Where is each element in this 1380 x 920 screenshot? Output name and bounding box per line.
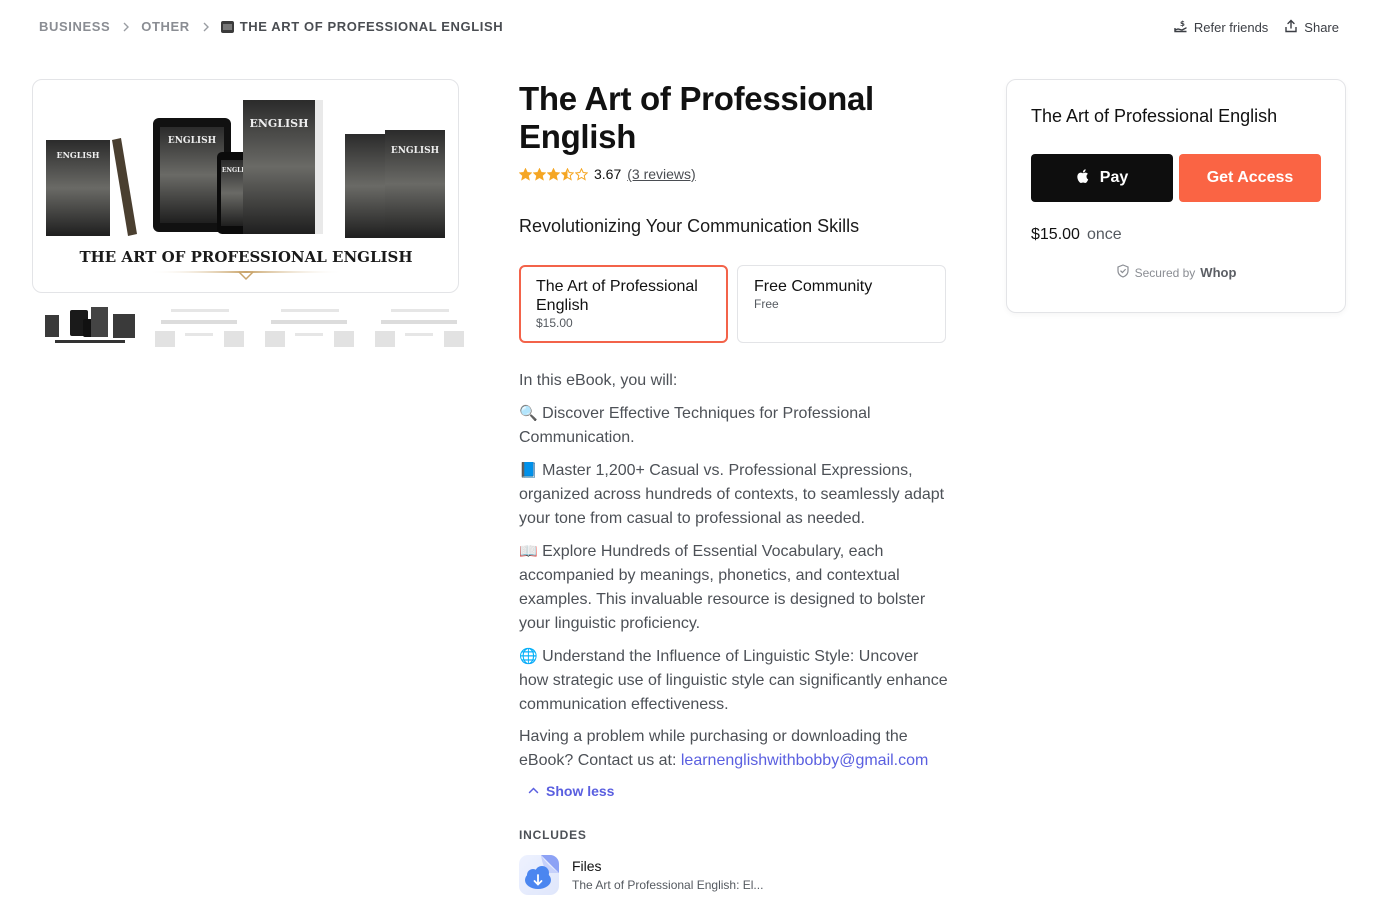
bullet-text: Discover Effective Techniques for Profes… (519, 405, 871, 446)
file-download-icon (519, 855, 559, 895)
secured-by-badge: Secured by Whop (1031, 264, 1321, 281)
book-cover-right-back (345, 134, 385, 238)
thumbnail-2[interactable] (153, 305, 246, 349)
description-contact: Having a problem while purchasing or dow… (519, 725, 949, 773)
svg-text:ENGLISH: ENGLISH (391, 146, 440, 156)
book-mockup-image: ENGLISH ENGLISH ENGLISH ENGLISH ENGLISH … (46, 100, 445, 281)
breadcrumb-other[interactable]: OTHER (141, 19, 190, 34)
breadcrumb: BUSINESS OTHER THE ART OF PROFESSIONAL E… (39, 19, 503, 34)
magnifier-icon: 🔍 (519, 404, 538, 422)
description-bullet: 🔍 Discover Effective Techniques for Prof… (519, 401, 949, 450)
star-empty-icon (575, 167, 588, 181)
price-row: $15.00 once (1031, 226, 1321, 244)
checkout-card: The Art of Professional English Pay Get … (1006, 79, 1346, 313)
breadcrumb-current: THE ART OF PROFESSIONAL ENGLISH (239, 19, 504, 34)
include-text: Files The Art of Professional English: E… (572, 858, 763, 892)
contact-email-link[interactable]: learnenglishwithbobby@gmail.com (681, 752, 928, 769)
includes-heading: INCLUDES (519, 828, 587, 842)
share-button[interactable]: Share (1284, 19, 1339, 36)
chevron-right-icon (201, 21, 211, 33)
product-info: The Art of Professional English 3.67 (3 … (519, 80, 949, 895)
plan-price: $15.00 (536, 316, 573, 330)
svg-text:ENGLISH: ENGLISH (249, 117, 308, 130)
apple-icon (1076, 168, 1091, 189)
svg-text:$: $ (1180, 20, 1185, 28)
show-less-label: Show less (546, 783, 615, 799)
bullet-text: Master 1,200+ Casual vs. Professional Ex… (519, 462, 945, 527)
product-main-image[interactable]: ENGLISH ENGLISH ENGLISH ENGLISH ENGLISH … (32, 79, 459, 293)
star-half-icon (561, 167, 574, 181)
include-item-files[interactable]: Files The Art of Professional English: E… (519, 855, 949, 895)
product-title: The Art of Professional English (519, 80, 874, 155)
globe-icon: 🌐 (519, 647, 538, 665)
star-full-icon (547, 167, 560, 181)
svg-text:ENGLISH: ENGLISH (57, 150, 100, 160)
description-bullet: 📖 Explore Hundreds of Essential Vocabula… (519, 539, 949, 636)
refer-friends-label: Refer friends (1193, 20, 1269, 35)
rating-row: 3.67 (3 reviews) (519, 166, 949, 182)
open-book-icon: 📖 (519, 542, 538, 560)
star-full-icon (533, 167, 546, 181)
thumbnail-1[interactable] (43, 305, 136, 349)
product-description: In this eBook, you will: 🔍 Discover Effe… (519, 369, 949, 773)
plan-option-free-community[interactable]: Free Community Free (737, 265, 946, 343)
plan-name: The Art of Professional English (536, 278, 698, 314)
svg-text:ENGLISH: ENGLISH (168, 136, 217, 146)
apple-pay-button[interactable]: Pay (1031, 154, 1173, 202)
whop-brand: Whop (1200, 265, 1237, 280)
include-title: Files (572, 858, 602, 874)
image-caption: THE ART OF PROFESSIONAL ENGLISH (79, 248, 412, 266)
share-icon (1284, 19, 1298, 36)
hand-coin-icon: $ (1174, 19, 1188, 36)
chevron-up-icon (528, 783, 539, 799)
bullet-text: Explore Hundreds of Essential Vocabulary… (519, 543, 926, 632)
checkout-title: The Art of Professional English (1031, 106, 1278, 126)
get-access-button[interactable]: Get Access (1179, 154, 1321, 202)
plan-selector: The Art of Professional English $15.00 F… (519, 265, 949, 343)
star-full-icon (519, 167, 532, 181)
reviews-link[interactable]: (3 reviews) (627, 166, 695, 182)
refer-friends-button[interactable]: $ Refer friends (1174, 19, 1268, 36)
book-spine (112, 138, 137, 236)
product-subtitle: Revolutionizing Your Communication Skill… (519, 216, 860, 236)
top-actions: $ Refer friends Share (1174, 19, 1339, 36)
share-label: Share (1304, 20, 1339, 35)
include-subtitle: The Art of Professional English: El... (572, 878, 764, 892)
chevron-right-icon (121, 21, 131, 33)
description-intro: In this eBook, you will: (519, 372, 678, 389)
thumbnail-3[interactable] (263, 305, 356, 349)
price-amount: $15.00 (1031, 226, 1080, 243)
description-bullet: 📘 Master 1,200+ Casual vs. Professional … (519, 458, 949, 531)
plan-price: Free (754, 297, 779, 311)
thumbnail-strip (43, 305, 466, 349)
description-bullet: 🌐 Understand the Influence of Linguistic… (519, 644, 949, 717)
thumbnail-4[interactable] (373, 305, 466, 349)
checkout-buttons: Pay Get Access (1031, 154, 1321, 202)
breadcrumb-business[interactable]: BUSINESS (39, 19, 110, 34)
shield-check-icon (1116, 264, 1130, 281)
plan-name: Free Community (754, 278, 873, 295)
secured-by-text: Secured by (1134, 265, 1196, 280)
blue-book-icon: 📘 (519, 461, 538, 479)
top-bar: BUSINESS OTHER THE ART OF PROFESSIONAL E… (0, 0, 1380, 55)
bullet-text: Understand the Influence of Linguistic S… (519, 648, 948, 713)
rating-value: 3.67 (594, 166, 622, 182)
price-period: once (1086, 226, 1122, 243)
product-thumbnail-icon (220, 20, 234, 33)
star-rating (519, 167, 588, 181)
apple-pay-label: Pay (1099, 169, 1129, 186)
plan-option-ebook[interactable]: The Art of Professional English $15.00 (519, 265, 728, 343)
show-less-button[interactable]: Show less (528, 783, 949, 799)
